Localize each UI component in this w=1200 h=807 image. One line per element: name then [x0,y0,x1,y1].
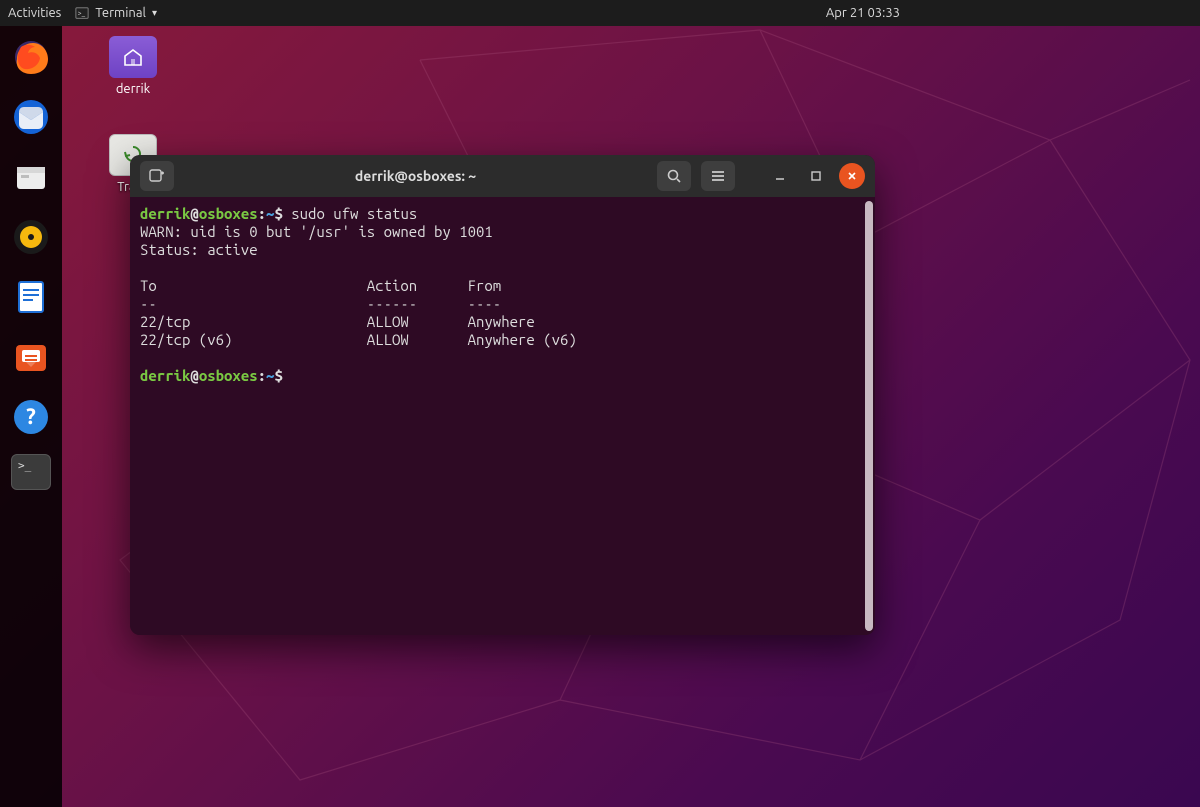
window-minimize-button[interactable] [767,163,793,189]
rhythmbox-icon [11,217,51,257]
dock: ? >_ [0,26,62,807]
entered-command: sudo ufw status [291,205,417,222]
topbar-app-name: Terminal [95,6,146,20]
svg-text:>_: >_ [78,10,86,18]
files-icon [11,157,51,197]
prompt-host: osboxes [199,205,258,222]
dock-app-files[interactable] [8,154,54,200]
desktop-home-folder[interactable]: derrik [98,36,168,96]
firefox-icon [11,37,51,77]
gnome-topbar: Activities >_ Terminal Apr 21 03:33 [0,0,1200,26]
activities-button[interactable]: Activities [8,6,61,20]
prompt-host-2: osboxes [199,367,258,384]
output-warn: WARN: uid is 0 but '/usr' is owned by 10… [140,223,493,240]
maximize-icon [810,170,822,182]
hamburger-icon [710,168,726,184]
topbar-app-menu[interactable]: >_ Terminal [75,6,157,20]
ufw-heading: To Action From [140,277,501,294]
prompt-symbol: $ [274,205,282,222]
hamburger-menu-button[interactable] [701,161,735,191]
ufw-divider: -- ------ ---- [140,295,501,312]
terminal-titlebar[interactable]: derrik@osboxes: ~ [130,155,875,197]
window-close-button[interactable] [839,163,865,189]
ubuntu-software-icon [11,337,51,377]
svg-text:?: ? [26,404,36,429]
terminal-glyph: >_ [18,459,31,472]
terminal-scrollbar[interactable] [865,201,873,631]
dock-app-thunderbird[interactable] [8,94,54,140]
dock-app-rhythmbox[interactable] [8,214,54,260]
dock-app-libreoffice-writer[interactable] [8,274,54,320]
prompt-at: @ [190,205,198,222]
output-status: Status: active [140,241,258,258]
new-tab-icon [148,167,166,185]
terminal-body[interactable]: derrik@osboxes:~$ sudo ufw status WARN: … [130,197,875,635]
dock-app-help[interactable]: ? [8,394,54,440]
prompt-user: derrik [140,205,190,222]
dock-running-terminal[interactable]: >_ [11,454,51,490]
terminal-window: derrik@osboxes: ~ derrik@osboxes:~$ sudo… [130,155,875,635]
ufw-rows: 22/tcp ALLOW Anywhere 22/tcp (v6) ALLOW … [140,313,577,348]
close-icon [846,170,858,182]
libreoffice-writer-icon [11,277,51,317]
minimize-icon [774,170,786,182]
desktop-home-label: derrik [98,82,168,96]
dock-app-firefox[interactable] [8,34,54,80]
thunderbird-icon [11,97,51,137]
window-maximize-button[interactable] [803,163,829,189]
prompt-colon: : [258,205,266,222]
terminal-title: derrik@osboxes: ~ [184,168,647,184]
terminal-icon: >_ [75,6,89,20]
prompt-symbol-2: $ [274,367,282,384]
new-tab-button[interactable] [140,161,174,191]
help-icon: ? [11,397,51,437]
topbar-clock[interactable]: Apr 21 03:33 [826,6,900,20]
prompt-user-2: derrik [140,367,190,384]
search-button[interactable] [657,161,691,191]
search-icon [666,168,682,184]
dock-app-ubuntu-software[interactable] [8,334,54,380]
folder-icon [109,36,157,78]
